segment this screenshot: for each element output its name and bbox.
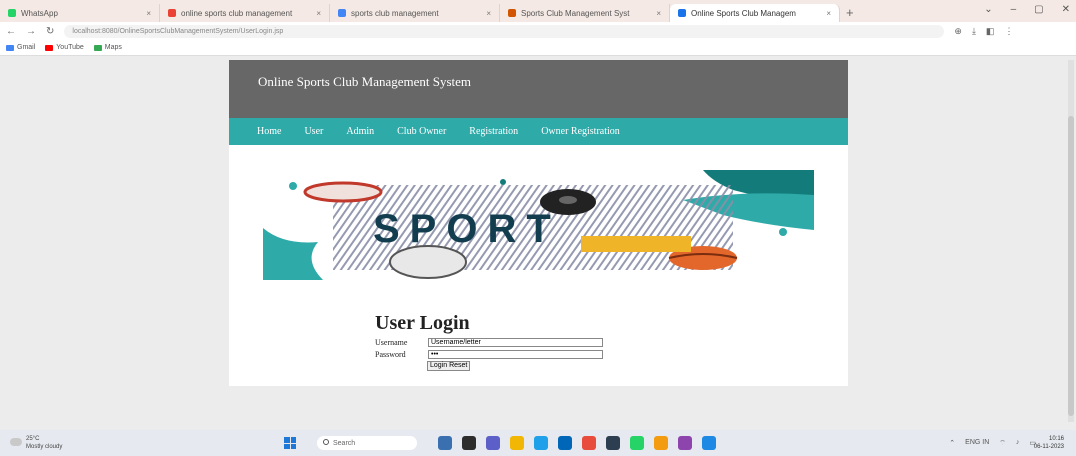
page-icon	[508, 9, 516, 17]
password-input[interactable]	[428, 350, 603, 359]
reload-icon[interactable]: ↻	[46, 26, 54, 37]
chevron-down-icon[interactable]: ⌄	[984, 4, 992, 15]
close-icon[interactable]: ✕	[1062, 4, 1070, 15]
folder-icon[interactable]	[654, 436, 668, 450]
chat-icon[interactable]	[486, 436, 500, 450]
login-form: User Login Username Password Login Reset	[375, 312, 635, 371]
close-icon[interactable]: ×	[316, 9, 321, 18]
url-input[interactable]: localhost:8080/OnlineSportsClubManagemen…	[64, 24, 945, 38]
window-controls: ⌄ – ▢ ✕	[984, 4, 1070, 15]
nav-admin[interactable]: Admin	[346, 126, 374, 137]
tab-sports-club[interactable]: Sports Club Management Syst ×	[500, 4, 670, 22]
nav-user[interactable]: User	[304, 126, 323, 137]
bookmark-youtube[interactable]: YouTube	[45, 44, 84, 51]
address-bar: ← → ↻ localhost:8080/OnlineSportsClubMan…	[0, 22, 1076, 40]
bookmarks-bar: Gmail YouTube Maps	[0, 40, 1076, 56]
vscode-icon[interactable]	[702, 436, 716, 450]
page-icon	[678, 9, 686, 17]
close-icon[interactable]: ×	[486, 9, 491, 18]
cloud-icon	[10, 438, 22, 446]
download-icon[interactable]: ⤓	[972, 26, 976, 37]
menu-icon[interactable]: ⋮	[1004, 26, 1013, 37]
browser-tab-bar: WhatsApp × online sports club management…	[0, 0, 1076, 22]
username-label: Username	[375, 338, 408, 347]
youtube-icon	[45, 44, 54, 51]
sport-banner-wordmark: SPORT	[373, 207, 561, 251]
nav-home[interactable]: Home	[257, 126, 281, 137]
scrollbar-thumb[interactable]	[1068, 116, 1074, 416]
login-heading: User Login	[375, 312, 470, 334]
tab-search-1[interactable]: online sports club management ×	[160, 4, 330, 22]
maps-icon	[93, 44, 102, 51]
close-icon[interactable]: ×	[656, 9, 661, 18]
minimize-icon[interactable]: –	[1011, 4, 1017, 15]
nav-registration[interactable]: Registration	[469, 126, 518, 137]
password-row: Password	[375, 350, 635, 359]
app-icon[interactable]	[678, 436, 692, 450]
username-input[interactable]	[428, 338, 603, 347]
volume-icon[interactable]: ♪	[1016, 439, 1020, 448]
username-row: Username	[375, 338, 635, 347]
page-container: Online Sports Club Management System Hom…	[229, 60, 848, 386]
forward-icon[interactable]: →	[26, 26, 36, 37]
sidebar-icon[interactable]: ◧	[986, 26, 995, 37]
taskbar-apps	[438, 436, 716, 450]
taskbar-clock[interactable]: 10:16 06-11-2023	[1034, 435, 1064, 451]
bookmark-maps[interactable]: Maps	[93, 44, 122, 51]
page-scrollbar[interactable]	[1068, 60, 1074, 422]
site-header: Online Sports Club Management System	[229, 60, 848, 118]
sport-banner-graphic: SPORT	[263, 170, 814, 280]
bookmark-gmail[interactable]: Gmail	[6, 44, 35, 51]
login-buttons: Login Reset	[375, 361, 635, 371]
widgets-icon[interactable]	[462, 436, 476, 450]
chrome-icon[interactable]	[582, 436, 596, 450]
file-explorer-icon[interactable]	[510, 436, 524, 450]
language-indicator[interactable]: ENG IN	[965, 439, 989, 448]
tab-active[interactable]: Online Sports Club Managem ×	[670, 4, 840, 22]
search-icon	[323, 439, 329, 445]
nav-club-owner[interactable]: Club Owner	[397, 126, 446, 137]
gmail-icon	[6, 44, 14, 51]
extension-icon[interactable]: ⊕	[954, 26, 962, 37]
sport-banner-image: SPORT	[263, 170, 814, 280]
task-view-icon[interactable]	[438, 436, 452, 450]
login-reset-button[interactable]: Login Reset	[427, 361, 471, 371]
site-title: Online Sports Club Management System	[258, 74, 472, 89]
start-icon[interactable]	[284, 437, 296, 449]
page-viewport: Online Sports Club Management System Hom…	[0, 56, 1076, 430]
password-label: Password	[375, 350, 406, 359]
tab-search-2[interactable]: sports club management ×	[330, 4, 500, 22]
back-icon[interactable]: ←	[6, 26, 16, 37]
whatsapp-app-icon[interactable]	[630, 436, 644, 450]
new-tab-button[interactable]: +	[840, 5, 860, 22]
site-nav: Home User Admin Club Owner Registration …	[229, 118, 848, 145]
tab-whatsapp[interactable]: WhatsApp ×	[0, 4, 160, 22]
google-icon	[168, 9, 176, 17]
eclipse-icon[interactable]	[606, 436, 620, 450]
weather-widget[interactable]: 25°C Mostly cloudy	[26, 435, 62, 451]
store-icon[interactable]	[558, 436, 572, 450]
whatsapp-icon	[8, 9, 16, 17]
edge-icon[interactable]	[534, 436, 548, 450]
wifi-icon[interactable]: ⌔	[999, 439, 1006, 448]
os-taskbar: 25°C Mostly cloudy Search ⌃ ENG IN ⌔ ♪ ▭…	[0, 430, 1076, 456]
chevron-up-icon[interactable]: ⌃	[949, 439, 955, 448]
close-icon[interactable]: ×	[146, 9, 151, 18]
google-icon	[338, 9, 346, 17]
taskbar-search[interactable]: Search	[317, 436, 417, 450]
system-tray: ⌃ ENG IN ⌔ ♪ ▭	[949, 439, 1036, 448]
maximize-icon[interactable]: ▢	[1034, 4, 1043, 15]
nav-owner-registration[interactable]: Owner Registration	[541, 126, 620, 137]
close-icon[interactable]: ×	[826, 9, 831, 18]
